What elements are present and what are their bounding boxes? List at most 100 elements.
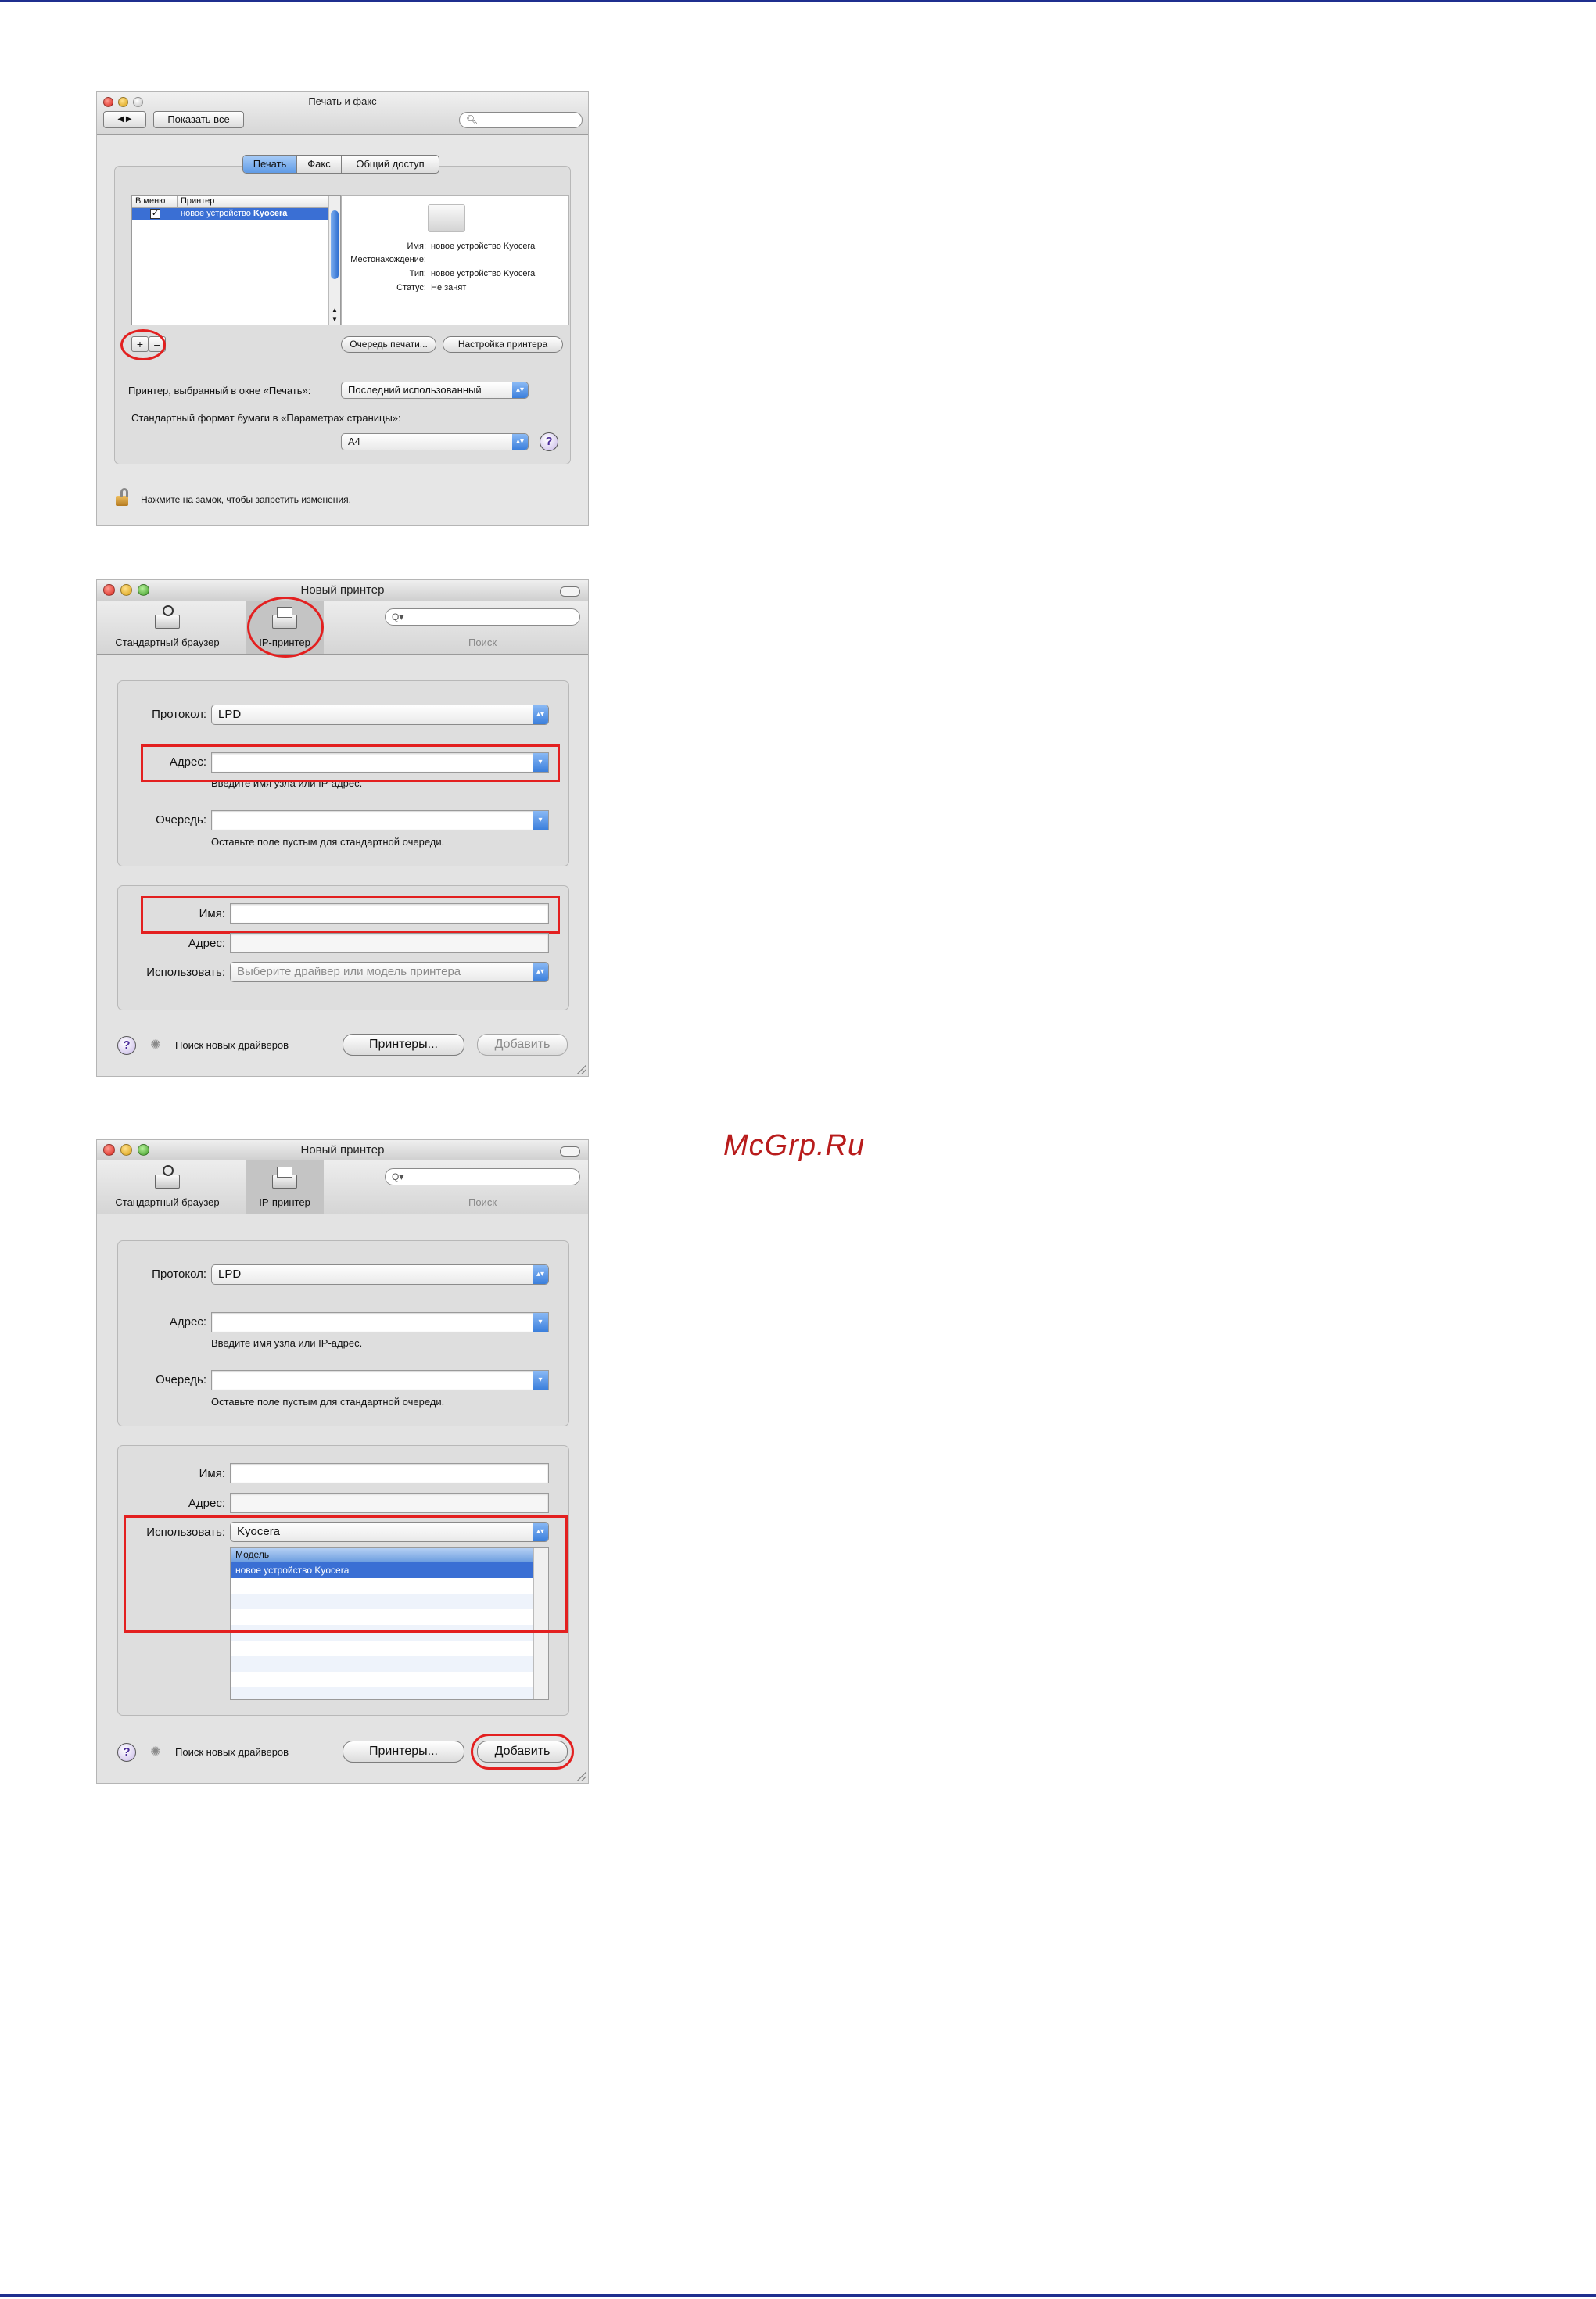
selected-printer-popup[interactable]: Последний использованный ▴▾ (341, 382, 529, 399)
printer-list[interactable]: В меню Принтер ✓ новое устройство Kyocer… (131, 195, 341, 325)
search-label: Поиск (468, 637, 497, 648)
scroll-down-icon[interactable]: ▼ (329, 316, 340, 323)
tab-bar: Печать Факс Общий доступ (242, 155, 439, 174)
annotation-rect-use (124, 1515, 568, 1633)
new-printer-window-2: Новый принтер Стандартный браузер IP-при… (96, 1139, 589, 1784)
list-stripe (231, 1656, 534, 1672)
toolbar-toggle-button[interactable] (560, 1146, 580, 1157)
protocol-popup[interactable]: LPD ▴▾ (211, 1264, 549, 1285)
paper-size-value: A4 (348, 436, 360, 447)
print-queue-button[interactable]: Очередь печати... (341, 336, 436, 353)
paper-size-label: Стандартный формат бумаги в «Параметрах … (131, 412, 401, 424)
tab-fax[interactable]: Факс (297, 156, 342, 173)
dropdown-arrow-icon[interactable]: ▾ (533, 1371, 548, 1390)
name-value: новое устройство Kyocera (431, 242, 536, 251)
queue-combo[interactable]: ▾ (211, 1370, 549, 1390)
print-fax-window: Печать и факс ◀ ▶ Показать все 🔍︎ Печать… (96, 91, 589, 526)
printer-search-field[interactable]: Q▾ (385, 1168, 580, 1185)
help-icon[interactable]: ? (117, 1743, 136, 1762)
scrollbar-thumb[interactable] (331, 210, 339, 279)
annotation-rect-name (141, 896, 560, 934)
dropdown-arrow-icon[interactable]: ▾ (533, 1313, 548, 1332)
nav-back-forward-button[interactable]: ◀ ▶ (103, 111, 146, 128)
annotation-rect-address (141, 744, 560, 782)
spinner-icon: ✺ (150, 1038, 161, 1052)
add-button[interactable]: Добавить (477, 1034, 568, 1056)
use-label: Использовать: (146, 966, 225, 979)
selected-printer-label: Принтер, выбранный в окне «Печать»: (128, 385, 311, 396)
address-label: Адрес: (169, 1315, 206, 1329)
search-field[interactable]: 🔍︎ (459, 112, 583, 128)
spinner-icon: ✺ (150, 1745, 161, 1759)
magnifier-printer-icon (155, 1165, 180, 1189)
use-driver-popup[interactable]: Выберите драйвер или модель принтера ▴▾ (230, 962, 549, 982)
type-label: Тип: (409, 269, 426, 278)
annotation-circle-add (120, 329, 166, 360)
address2-label: Адрес: (188, 1497, 225, 1510)
tab-sharing[interactable]: Общий доступ (342, 156, 439, 173)
show-all-button[interactable]: Показать все (153, 111, 244, 128)
title-bar: Новый принтер (97, 580, 588, 601)
queue-hint: Оставьте поле пустым для стандартной оче… (211, 1396, 445, 1408)
resize-grip-icon[interactable] (577, 1772, 586, 1781)
printers-button[interactable]: Принтеры... (343, 1034, 464, 1056)
status-label: Статус: (396, 283, 426, 292)
search-label: Поиск (468, 1196, 497, 1208)
help-icon[interactable]: ? (540, 432, 558, 451)
name-field[interactable] (230, 1463, 549, 1483)
toolbar: Стандартный браузер IP-принтер Q▾ Поиск (97, 601, 588, 655)
printer-setup-button[interactable]: Настройка принтера (443, 336, 563, 353)
protocol-label: Протокол: (152, 708, 206, 721)
printers-button[interactable]: Принтеры... (343, 1741, 464, 1763)
bottom-rule (0, 2294, 1596, 2297)
checkbox-in-menu[interactable]: ✓ (150, 209, 160, 219)
address2-label: Адрес: (188, 937, 225, 950)
annotation-circle-ip-printer (247, 597, 324, 658)
list-item-name-prefix: новое устройство (181, 209, 253, 218)
title-bar: Новый принтер (97, 1140, 588, 1161)
protocol-value: LPD (218, 708, 242, 721)
use-driver-value: Выберите драйвер или модель принтера (237, 965, 461, 978)
default-browser-label: Стандартный браузер (115, 637, 220, 648)
tab-print[interactable]: Печать (243, 156, 297, 173)
scroll-up-icon[interactable]: ▲ (329, 307, 340, 314)
driver-search-status: Поиск новых драйверов (175, 1746, 289, 1758)
resize-grip-icon[interactable] (577, 1065, 586, 1074)
popup-arrows-icon: ▴▾ (533, 963, 548, 981)
printer-search-field[interactable]: Q▾ (385, 608, 580, 626)
protocol-popup[interactable]: LPD ▴▾ (211, 705, 549, 725)
ip-printer-tool[interactable]: IP-принтер (246, 1160, 324, 1214)
watermark: McGrp.Ru (723, 1129, 866, 1162)
queue-label: Очередь: (156, 1373, 206, 1386)
default-browser-tool[interactable]: Стандартный браузер (97, 601, 238, 654)
column-printer[interactable]: Принтер (181, 196, 214, 206)
dropdown-arrow-icon[interactable]: ▾ (533, 811, 548, 830)
list-scrollbar[interactable]: ▲ ▼ (328, 196, 340, 325)
address-combo[interactable]: ▾ (211, 1312, 549, 1332)
name-label: Имя: (407, 242, 426, 251)
address2-field (230, 933, 549, 953)
column-in-menu[interactable]: В меню (135, 196, 165, 206)
name-label: Имя: (199, 1467, 225, 1480)
list-item[interactable]: ✓ новое устройство Kyocera (132, 208, 329, 220)
annotation-circle-add-button (471, 1734, 574, 1770)
ip-printer-label: IP-принтер (259, 1196, 310, 1208)
default-browser-label: Стандартный браузер (115, 1196, 220, 1208)
default-browser-tool[interactable]: Стандартный браузер (97, 1160, 238, 1214)
address2-field (230, 1493, 549, 1513)
toolbar-toggle-button[interactable] (560, 586, 580, 597)
list-item-name: новое устройство Kyocera (181, 209, 287, 218)
lock-icon[interactable] (114, 488, 130, 506)
queue-label: Очередь: (156, 813, 206, 827)
window-title: Печать и факс (308, 95, 377, 107)
popup-arrows-icon: ▴▾ (533, 705, 548, 724)
help-icon[interactable]: ? (117, 1036, 136, 1055)
paper-size-popup[interactable]: A4 ▴▾ (341, 433, 529, 450)
protocol-value: LPD (218, 1268, 242, 1281)
protocol-label: Протокол: (152, 1268, 206, 1281)
popup-arrows-icon: ▴▾ (512, 382, 528, 398)
location-label: Местонахождение: (350, 255, 426, 264)
address-hint: Введите имя узла или IP-адрес. (211, 1337, 363, 1349)
queue-combo[interactable]: ▾ (211, 810, 549, 830)
selected-printer-value: Последний использованный (348, 384, 482, 396)
